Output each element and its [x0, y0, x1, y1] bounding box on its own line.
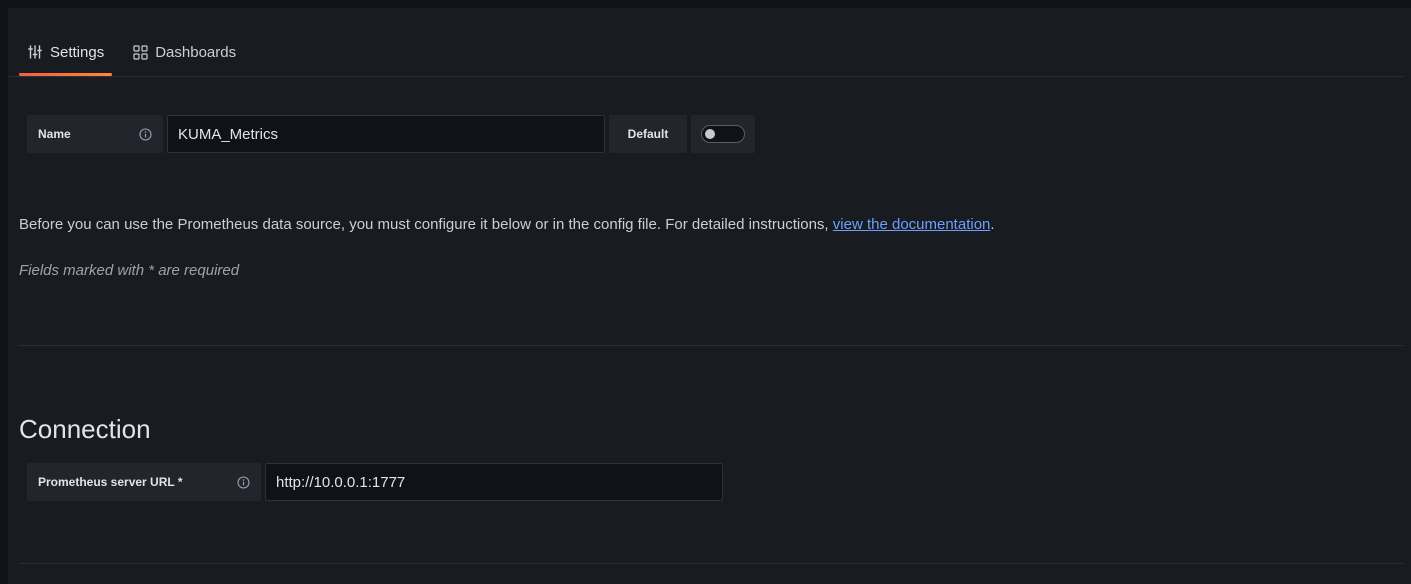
datasource-description: Before you can use the Prometheus data s…: [19, 216, 995, 233]
name-input[interactable]: KUMA_Metrics: [167, 115, 605, 153]
tab-dashboards[interactable]: Dashboards: [124, 35, 244, 69]
info-icon[interactable]: [139, 127, 152, 141]
info-icon[interactable]: [237, 475, 250, 489]
default-toggle-container: [691, 115, 755, 153]
server-url-label-text: Prometheus server URL *: [38, 475, 183, 489]
default-label-text: Default: [627, 127, 669, 141]
server-url-row: Prometheus server URL * http://10.0.0.1:…: [27, 463, 723, 501]
default-label: Default: [609, 115, 687, 153]
server-url-input[interactable]: http://10.0.0.1:1777: [265, 463, 723, 501]
connection-title: Connection: [19, 414, 151, 444]
toggle-knob: [705, 129, 715, 139]
tab-bar: Settings Dashboards: [19, 35, 256, 76]
documentation-link[interactable]: view the documentation: [833, 216, 991, 233]
name-input-value: KUMA_Metrics: [178, 125, 279, 143]
name-field-row: Name KUMA_Metrics Default: [27, 115, 755, 153]
description-suffix: .: [990, 216, 995, 233]
apps-grid-icon: [132, 44, 148, 60]
required-fields-note: Fields marked with * are required: [19, 262, 240, 279]
section-divider: [19, 563, 1403, 564]
name-label-text: Name: [38, 127, 71, 141]
default-toggle[interactable]: [701, 125, 745, 143]
server-url-value: http://10.0.0.1:1777: [276, 473, 406, 491]
name-label: Name: [27, 115, 163, 153]
tab-divider: [8, 76, 1403, 77]
tab-settings[interactable]: Settings: [19, 35, 113, 76]
tab-settings-label: Settings: [50, 43, 105, 61]
sliders-icon: [27, 44, 43, 60]
description-text: Before you can use the Prometheus data s…: [19, 216, 833, 233]
server-url-label: Prometheus server URL *: [27, 463, 261, 501]
section-divider: [19, 345, 1403, 346]
tab-dashboards-label: Dashboards: [155, 43, 237, 61]
